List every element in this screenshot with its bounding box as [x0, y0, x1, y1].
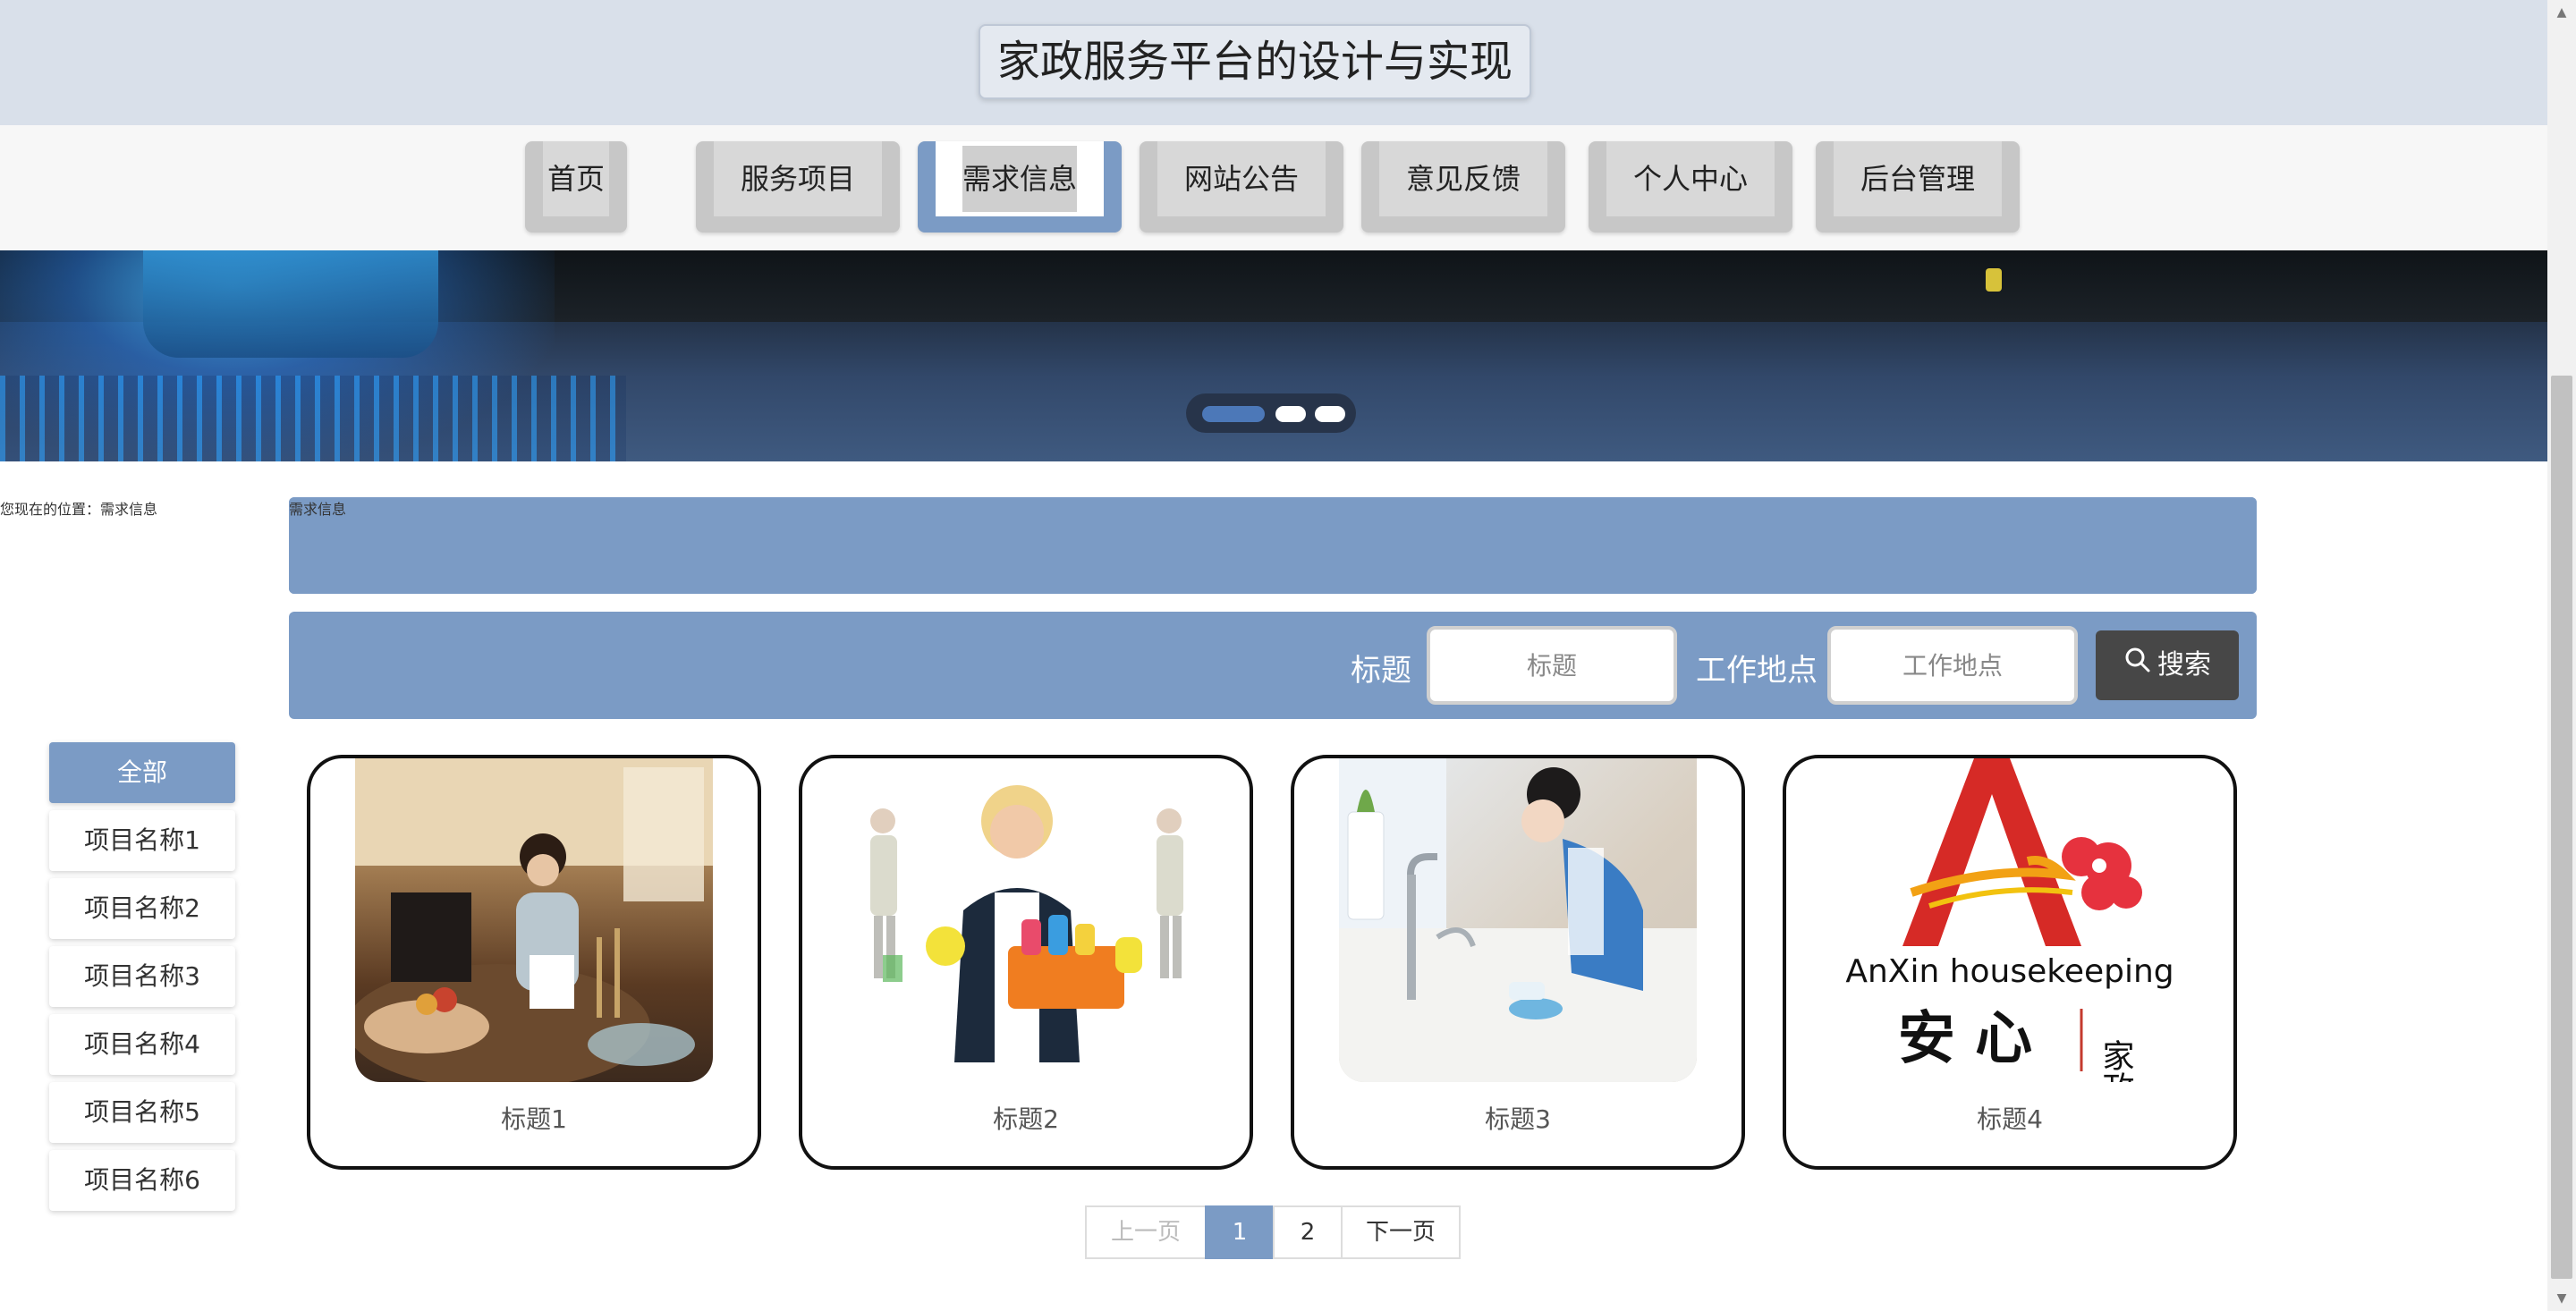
demand-card[interactable]: 标题1: [307, 755, 761, 1170]
nav-profile[interactable]: 个人中心: [1589, 141, 1792, 233]
nav-demands[interactable]: 需求信息: [918, 141, 1122, 233]
card-title: 标题3: [1485, 1104, 1551, 1134]
site-title: 家政服务平台的设计与实现: [979, 24, 1531, 99]
card-image: [355, 758, 713, 1082]
category-item[interactable]: 项目名称4: [49, 1014, 235, 1075]
nav-label: 个人中心: [1606, 141, 1775, 216]
carousel-dot-2[interactable]: [1275, 406, 1306, 422]
nav-announcements[interactable]: 网站公告: [1140, 141, 1343, 233]
category-item[interactable]: 项目名称5: [49, 1082, 235, 1143]
banner-pillar: [143, 250, 438, 358]
logo-text-cn: 安 心: [1898, 1005, 2032, 1072]
scroll-down-icon[interactable]: ▼: [2551, 1288, 2572, 1309]
nav-label: 服务项目: [714, 141, 882, 216]
demand-card[interactable]: 标题2: [799, 755, 1253, 1170]
card-title: 标题2: [993, 1104, 1059, 1134]
page-title: 需求信息: [289, 501, 347, 518]
banner-reflection: [0, 376, 626, 461]
banner-carousel: [0, 250, 2547, 461]
nav-admin[interactable]: 后台管理: [1816, 141, 2020, 233]
page-button-1[interactable]: 1: [1205, 1205, 1275, 1259]
location-label: 工作地点: [1696, 653, 1818, 689]
nav-label: 需求信息: [936, 141, 1104, 216]
category-item[interactable]: 项目名称2: [49, 878, 235, 939]
card-title: 标题4: [1977, 1104, 2043, 1134]
demand-card[interactable]: 标题3: [1291, 755, 1745, 1170]
nav-home[interactable]: 首页: [525, 141, 627, 233]
nav-label: 首页: [543, 141, 609, 216]
title-label: 标题: [1351, 653, 1411, 689]
search-button[interactable]: 搜索: [2096, 630, 2239, 700]
nav-label-text: 需求信息: [962, 146, 1077, 212]
nav-label: 网站公告: [1157, 141, 1326, 216]
main-nav: 首页 服务项目 需求信息 网站公告 意见反馈 个人中心 后台管理: [0, 125, 2547, 250]
category-item[interactable]: 项目名称3: [49, 946, 235, 1007]
card-image: AnXin housekeeping 安 心 家政: [1831, 758, 2189, 1082]
logo-text-en: AnXin housekeeping: [1845, 953, 2174, 990]
prev-page-button[interactable]: 上一页: [1085, 1205, 1207, 1259]
search-icon: [2123, 631, 2152, 701]
title-input[interactable]: [1427, 626, 1677, 705]
category-item[interactable]: 项目名称6: [49, 1150, 235, 1211]
nav-label: 后台管理: [1834, 141, 2002, 216]
card-image: [1339, 758, 1697, 1082]
card-image: [847, 758, 1205, 1082]
card-title: 标题1: [501, 1104, 567, 1134]
carousel-dots: [1186, 393, 1356, 433]
category-all[interactable]: 全部: [49, 742, 235, 803]
nav-feedback[interactable]: 意见反馈: [1361, 141, 1565, 233]
logo-text-side: 家政: [2097, 1039, 2134, 1082]
location-input[interactable]: [1827, 626, 2078, 705]
banner-buoy: [1986, 268, 2002, 292]
next-page-button[interactable]: 下一页: [1341, 1205, 1461, 1259]
search-button-label: 搜索: [2157, 649, 2211, 681]
demand-card[interactable]: AnXin housekeeping 安 心 家政 标题4: [1783, 755, 2237, 1170]
site-header: 家政服务平台的设计与实现: [0, 0, 2547, 125]
category-item[interactable]: 项目名称1: [49, 810, 235, 871]
nav-label: 意见反馈: [1379, 141, 1547, 216]
carousel-dot-3[interactable]: [1315, 406, 1345, 422]
nav-services[interactable]: 服务项目: [696, 141, 900, 233]
carousel-dot-1[interactable]: [1202, 406, 1265, 422]
scrollbar-thumb[interactable]: [2551, 376, 2572, 1279]
breadcrumb: 您现在的位置：需求信息: [0, 501, 158, 518]
page-button-2[interactable]: 2: [1273, 1205, 1343, 1259]
scroll-up-icon[interactable]: ▲: [2551, 2, 2572, 23]
